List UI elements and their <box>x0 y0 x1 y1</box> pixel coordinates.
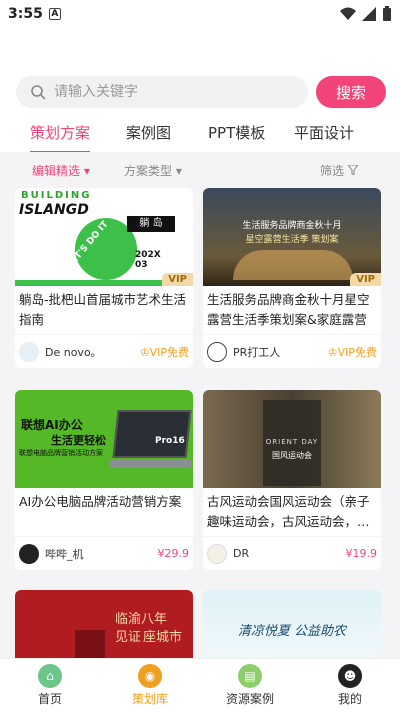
card-author: DR <box>233 547 250 560</box>
laptop-shape <box>112 410 192 458</box>
thumb-text: 临渝八年 <box>115 612 168 627</box>
library-icon: ◉ <box>138 664 162 688</box>
tab-plans[interactable]: 策划方案 <box>30 118 90 147</box>
thumb-text: 星空露营生活季 策划案 <box>245 235 339 245</box>
card-title: AI办公电脑品牌活动营销方案 <box>19 494 182 509</box>
thumb-text: ORIENT DAY <box>265 438 319 446</box>
thumb-shape <box>233 250 353 280</box>
thumb-text: 联想电脑品牌营销活动方案 <box>19 449 103 457</box>
card-author: 哔哔_机 <box>45 547 84 561</box>
avatar <box>19 341 39 362</box>
card-thumbnail: BUILDING ISLANGD LET'S DO IT 躺 岛 202X 03… <box>15 188 193 286</box>
card-title: 躺岛-批杷山首届城市艺术生活指南 <box>19 292 187 327</box>
card-price: ♔VIP免费 <box>327 345 377 359</box>
nav-home[interactable]: ⌂ 首页 <box>0 659 100 712</box>
card-price: ¥29.9 <box>157 547 190 560</box>
plan-card[interactable]: 清凉悦夏 公益助农 <box>203 590 381 658</box>
nav-label: 资源案例 <box>225 692 274 706</box>
resource-icon: ▤ <box>238 664 262 688</box>
plan-card[interactable]: BUILDING ISLANGD LET'S DO IT 躺 岛 202X 03… <box>15 188 193 368</box>
card-thumbnail: ORIENT DAY 国风运动会 <box>203 390 381 488</box>
tab-case-images[interactable]: 案例图 <box>126 118 171 147</box>
category-tabs: 策划方案 案例图 PPT模板 平面设计 <box>0 118 400 152</box>
card-author: PR打工人 <box>233 345 281 359</box>
search-row: 搜索 <box>16 76 386 108</box>
status-bar: 3:55 A <box>0 0 400 28</box>
nav-resources[interactable]: ▤ 资源案例 <box>200 659 300 712</box>
search-box[interactable] <box>16 76 308 108</box>
battery-icon <box>383 6 391 21</box>
card-thumbnail: 临渝八年 见证 座城市 <box>15 590 193 658</box>
card-author: De novo。 <box>45 345 102 359</box>
avatar <box>19 543 39 564</box>
nav-library[interactable]: ◉ 策划库 <box>100 659 200 712</box>
avatar <box>207 543 227 564</box>
plan-grid: BUILDING ISLANGD LET'S DO IT 躺 岛 202X 03… <box>0 188 400 658</box>
tab-ppt-templates[interactable]: PPT模板 <box>208 118 265 147</box>
card-footer: De novo。 ♔VIP免费 <box>15 334 193 368</box>
card-footer: DR ¥19.9 <box>203 536 381 570</box>
thumb-text: 清凉悦夏 公益助农 <box>237 624 347 639</box>
filter-button[interactable]: 筛选 <box>320 162 359 179</box>
thumb-text: 202X 03 <box>135 250 161 270</box>
sim-icon: A <box>48 8 61 20</box>
thumb-text: 见证 <box>115 630 142 645</box>
thumb-text: 生活更轻松 <box>51 434 106 447</box>
thumb-text: Pro16 <box>155 436 185 446</box>
filter-label: 筛选 <box>320 163 345 178</box>
profile-icon: ☻ <box>338 664 362 688</box>
status-time: 3:55 <box>8 6 43 22</box>
nav-label: 策划库 <box>131 692 168 706</box>
thumb-text: 座城市 <box>143 630 183 645</box>
tab-graphic-design[interactable]: 平面设计 <box>294 118 354 147</box>
card-price: ¥19.9 <box>345 547 378 560</box>
nav-label: 首页 <box>37 692 62 706</box>
scheme-type-dropdown[interactable]: 方案类型 ▾ <box>124 162 182 179</box>
search-icon <box>31 85 46 100</box>
signal-icon <box>362 7 376 21</box>
funnel-icon <box>346 164 359 176</box>
card-footer: PR打工人 ♔VIP免费 <box>203 334 381 368</box>
thumb-text: 联想AI办公 <box>21 418 83 432</box>
card-thumbnail: 联想AI办公 生活更轻松 联想电脑品牌营销活动方案 Pro16 <box>15 390 193 488</box>
plan-card[interactable]: 临渝八年 见证 座城市 <box>15 590 193 658</box>
vip-badge: VIP <box>350 273 381 286</box>
thumb-text: BUILDING <box>21 190 92 201</box>
plan-card[interactable]: ORIENT DAY 国风运动会 古风运动会国风运动会（亲子趣味运动会，古风运动… <box>203 390 381 570</box>
card-thumbnail: 生活服务品牌商金秋十月 星空露营生活季 策划案 VIP <box>203 188 381 286</box>
plan-card[interactable]: 联想AI办公 生活更轻松 联想电脑品牌营销活动方案 Pro16 AI办公电脑品牌… <box>15 390 193 570</box>
vip-badge: VIP <box>162 273 193 286</box>
card-title: 古风运动会国风运动会（亲子趣味运动会，古风运动会，… <box>207 494 370 529</box>
search-button[interactable]: 搜索 <box>316 76 386 108</box>
card-footer: 哔哔_机 ¥29.9 <box>15 536 193 570</box>
plan-card[interactable]: 生活服务品牌商金秋十月 星空露营生活季 策划案 VIP 生活服务品牌商金秋十月星… <box>203 188 381 368</box>
nav-profile[interactable]: ☻ 我的 <box>300 659 400 712</box>
wifi-icon <box>340 7 356 20</box>
thumb-text: 国风运动会 <box>272 451 312 460</box>
thumb-shape <box>75 630 105 658</box>
avatar <box>207 341 227 362</box>
home-icon: ⌂ <box>38 664 62 688</box>
laptop-base <box>109 460 191 468</box>
card-title: 生活服务品牌商金秋十月星空露营生活季策划案&家庭露营 <box>207 292 370 327</box>
filter-row: 编辑精选 ▾ 方案类型 ▾ 筛选 <box>0 152 400 188</box>
search-input[interactable] <box>54 84 274 100</box>
nav-label: 我的 <box>337 692 362 706</box>
card-price: ♔VIP免费 <box>139 345 189 359</box>
editor-pick-dropdown[interactable]: 编辑精选 ▾ <box>32 162 90 179</box>
thumb-text: 躺 岛 <box>127 216 175 232</box>
bottom-nav: ⌂ 首页 ◉ 策划库 ▤ 资源案例 ☻ 我的 <box>0 658 400 712</box>
thumb-text: 生活服务品牌商金秋十月 <box>242 221 342 231</box>
thumb-text: ISLANGD <box>19 202 89 218</box>
card-thumbnail: 清凉悦夏 公益助农 <box>203 590 381 658</box>
